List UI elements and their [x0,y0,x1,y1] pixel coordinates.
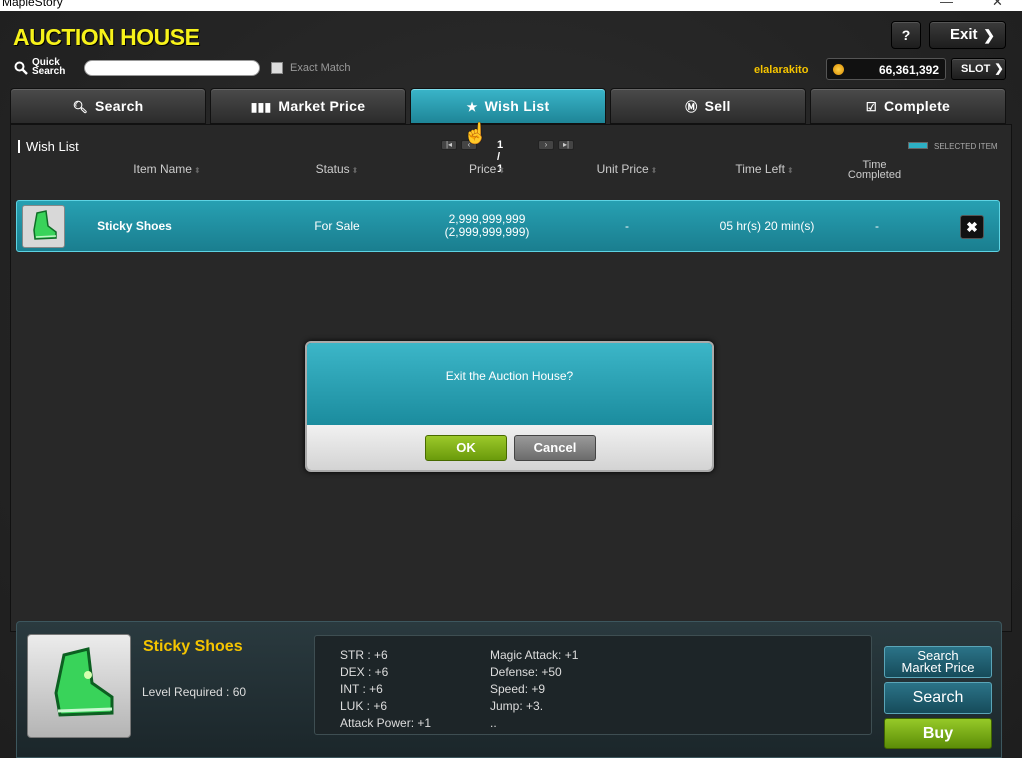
exact-match-label: Exact Match [290,62,351,74]
chevron-right-icon: ❯ [983,27,995,43]
row-item-name: Sticky Shoes [97,218,172,233]
buy-button[interactable]: Buy [884,718,992,749]
minimize-button[interactable]: — [940,0,953,9]
search-button[interactable]: Search [884,682,992,714]
sort-icon: ⬍ [193,166,201,175]
item-large-icon [27,634,131,738]
coin-icon [833,64,844,75]
next-page-button[interactable]: › [538,140,554,150]
mesos-icon: Ⓜ [685,100,698,114]
header-label: Status [315,162,350,176]
quick-search-label-line2: Search [32,66,66,77]
stat-line: INT : +6 [340,682,383,696]
search-market-price-button[interactable]: Search Market Price [884,646,992,678]
tab-label: Sell [704,98,731,114]
row-time-completed: - [875,218,879,233]
slot-button[interactable]: SLOT ❯ [951,58,1006,80]
selected-item-legend: SELECTED ITEM [934,142,998,151]
shoe-item-icon [22,205,65,248]
tab-market-price[interactable]: ▮▮▮ Market Price [210,88,406,124]
shoe-icon [33,210,57,240]
stat-line: Jump: +3. [490,699,544,713]
sort-icon: ⬍ [786,166,794,175]
tab-label: Wish List [484,98,550,114]
header-time-completed[interactable]: Time Completed [837,160,912,181]
item-detail-panel: Sticky Shoes Level Required : 60 STR : +… [16,621,1002,758]
cancel-button[interactable]: Cancel [514,435,596,461]
header-label-line2: Completed [847,169,902,181]
header-label: Item Name [133,162,192,176]
dialog-footer: OK Cancel [307,425,712,470]
stat-line: DEX : +6 [340,665,389,679]
close-window-button[interactable]: ✕ [992,0,1003,10]
section-title: Wish List [18,140,79,153]
row-price-total: (2,999,999,999) [444,225,530,239]
header-unit-price[interactable]: Unit Price ⬍ [587,162,667,176]
tab-label: Complete [883,98,951,114]
header-label: Time Left [735,162,785,176]
stat-line: .. [490,716,497,730]
quick-search-input[interactable] [84,60,260,76]
header-item-name[interactable]: Item Name ⬍ [122,162,212,176]
detail-level-required: Level Required : 60 [142,685,247,699]
header-label: Unit Price [596,162,649,176]
window-title-bar: MapleStory — ✕ [0,0,1022,11]
detail-item-name: Sticky Shoes [143,638,243,655]
sort-icon: ⬍ [351,166,359,175]
stat-line: Magic Attack: +1 [490,648,579,662]
quick-search-label: Quick Search [32,58,66,77]
sort-icon: ⬍ [498,166,506,175]
header-price[interactable]: Price ⬍ [457,162,517,176]
page-title: AUCTION HOUSE [13,24,200,50]
header-status[interactable]: Status ⬍ [307,162,367,176]
tab-label: Search [95,98,144,114]
ok-button[interactable]: OK [425,435,507,461]
row-time-left: 05 hr(s) 20 min(s) [719,218,815,233]
button-label-line2: Market Price [901,660,975,675]
remove-item-button[interactable]: ✖ [960,215,984,239]
tab-complete[interactable]: ☑ Complete [810,88,1006,124]
mesos-display: 66,361,392 [826,58,946,80]
row-price: 2,999,999,999 (2,999,999,999) [412,201,562,251]
header-time-left[interactable]: Time Left ⬍ [722,162,807,176]
item-stats-box: STR : +6 DEX : +6 INT : +6 LUK : +6 Atta… [314,635,872,735]
chart-icon: ▮▮▮ [250,100,272,114]
tab-label: Market Price [278,98,366,114]
first-page-button[interactable]: |◂ [441,140,457,150]
header-label: Price [468,162,497,176]
hand-cursor-icon: ☝ [463,123,488,145]
slot-label: SLOT [961,63,991,75]
search-icon: 🔍︎ [72,100,89,114]
search-icon [14,61,28,75]
tab-search[interactable]: 🔍︎ Search [10,88,206,124]
exit-confirm-dialog: Exit the Auction House? OK Cancel [305,341,714,472]
tab-sell[interactable]: Ⓜ Sell [610,88,806,124]
exit-label: Exit [950,26,978,43]
last-page-button[interactable]: ▸| [558,140,574,150]
mesos-value: 66,361,392 [878,63,939,77]
username: elalarakito [754,64,809,76]
selected-item-swatch [908,142,928,149]
help-button[interactable]: ? [891,21,921,49]
stat-line: STR : +6 [340,648,388,662]
table-row[interactable]: Sticky Shoes For Sale 2,999,999,999 (2,9… [16,200,1000,252]
table-header: Item Name ⬍ Status ⬍ Price ⬍ Unit Price ⬍ Ti… [17,160,1005,182]
checkbox-icon: ☑ [865,100,877,114]
chevron-right-icon: ❯ [994,63,1004,75]
stat-line: Defense: +50 [490,665,562,679]
stat-line: LUK : +6 [340,699,388,713]
row-unit-price: - [625,218,629,233]
shoe-icon [54,647,114,717]
sort-icon: ⬍ [650,166,658,175]
stat-line: Attack Power: +1 [340,716,432,730]
exit-button[interactable]: Exit ❯ [929,21,1006,49]
stat-line: Speed: +9 [490,682,546,696]
star-icon: ★ [466,100,478,114]
window-title: MapleStory [2,0,63,9]
exact-match-checkbox[interactable] [271,62,283,74]
dialog-message: Exit the Auction House? [307,343,712,425]
tab-wish-list[interactable]: ★ Wish List [410,88,606,124]
row-status: For Sale [314,218,360,233]
